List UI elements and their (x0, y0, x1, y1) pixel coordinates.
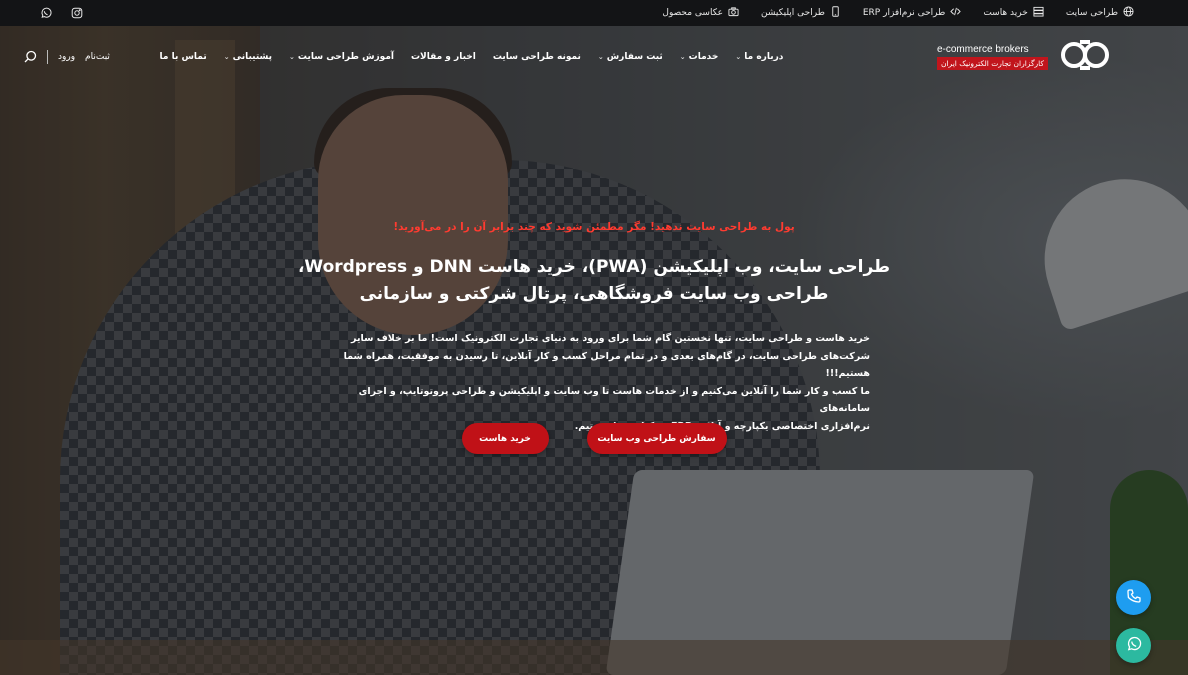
logo-persian-tagline: کارگزاران تجارت الکترونیک ایران (936, 57, 1048, 70)
hero-title: طراحی سایت، وب اپلیکیشن (PWA)، خرید هاست… (0, 254, 1188, 308)
topbar-link-label: طراحی نرم‌افزار ERP (862, 8, 946, 18)
menu-item-label: اخبار و مقالات (410, 52, 476, 62)
main-navbar: e-commerce brokers کارگزاران تجارت الکتر… (0, 26, 1188, 88)
chevron-down-icon: ⌄ (735, 53, 742, 61)
topbar-link-photography[interactable]: عکاسی محصول (662, 6, 739, 20)
topbar-link-app-design[interactable]: طراحی اپلیکیشن (761, 6, 841, 20)
topbar-link-label: عکاسی محصول (662, 8, 724, 18)
top-utility-bar: طراحی سایت خرید هاست طراحی نرم‌افزار ERP… (0, 0, 1188, 26)
topbar-links: طراحی سایت خرید هاست طراحی نرم‌افزار ERP… (662, 6, 1134, 20)
topbar-link-erp[interactable]: طراحی نرم‌افزار ERP (862, 6, 962, 20)
buy-host-button[interactable]: خرید هاست (461, 423, 549, 454)
topbar-link-label: طراحی سایت (1065, 8, 1118, 18)
logo-mark-icon (1058, 37, 1112, 77)
server-icon (1033, 6, 1044, 20)
menu-item-about[interactable]: درباره ما ⌄ (735, 52, 783, 62)
menu-item-tutorials[interactable]: آموزش طراحی سایت ⌄ (289, 52, 394, 62)
hero-description: خرید هاست و طراحی سایت، تنها نخستین گام … (310, 330, 870, 435)
nav-tools: ورود ثبت‌نام (24, 48, 110, 67)
hero-title-line: طراحی سایت، وب اپلیکیشن (PWA)، خرید هاست… (297, 257, 891, 277)
mobile-icon (830, 6, 841, 20)
hero-description-line: ما کسب و کار شما را آنلاین می‌کنیم و از … (358, 385, 870, 415)
globe-icon (1123, 6, 1134, 20)
code-icon (950, 6, 962, 20)
whatsapp-floating-button[interactable] (1116, 628, 1151, 663)
nav-divider (47, 50, 48, 64)
login-link[interactable]: ورود (58, 52, 75, 62)
social-links (40, 7, 83, 19)
menu-item-portfolio[interactable]: نمونه طراحی سایت (493, 52, 581, 62)
site-logo[interactable]: e-commerce brokers کارگزاران تجارت الکتر… (936, 37, 1112, 77)
topbar-link-label: خرید هاست (983, 8, 1028, 18)
menu-item-news[interactable]: اخبار و مقالات (411, 52, 476, 62)
order-website-button[interactable]: سفارش طراحی وب سایت (586, 423, 727, 454)
hero-description-line: خرید هاست و طراحی سایت، تنها نخستین گام … (351, 333, 870, 344)
chevron-down-icon: ⌄ (289, 53, 295, 61)
search-icon[interactable] (24, 48, 37, 67)
hero-description-line: شرکت‌های طراحی سایت، در گام‌های بعدی و د… (343, 350, 870, 380)
chevron-down-icon: ⌄ (223, 53, 230, 61)
menu-item-label: آموزش طراحی سایت (297, 52, 394, 62)
camera-icon (728, 6, 739, 20)
call-floating-button[interactable] (1116, 580, 1151, 615)
menu-item-services[interactable]: خدمات ⌄ (680, 52, 719, 62)
logo-text: e-commerce brokers کارگزاران تجارت الکتر… (936, 44, 1048, 70)
menu-item-label: ثبت سفارش (606, 52, 663, 62)
hero-promo-text: پول به طراحی سایت ندهید! مگر مطمئن شوید … (393, 221, 795, 233)
hero-section: پول به طراحی سایت ندهید! مگر مطمئن شوید … (0, 0, 1188, 675)
topbar-link-label: طراحی اپلیکیشن (761, 8, 825, 18)
menu-item-label: پشتیبانی (232, 52, 273, 62)
hero-cta-row: سفارش طراحی وب سایت خرید هاست (0, 423, 1188, 454)
instagram-icon[interactable] (71, 7, 83, 19)
topbar-link-buy-host[interactable]: خرید هاست (983, 6, 1044, 20)
topbar-link-web-design[interactable]: طراحی سایت (1066, 6, 1134, 20)
menu-item-order[interactable]: ثبت سفارش ⌄ (598, 52, 663, 62)
menu-item-label: تماس با ما (159, 52, 207, 62)
phone-icon (1126, 588, 1142, 608)
main-menu: درباره ما ⌄ خدمات ⌄ ثبت سفارش ⌄ نمونه طر… (160, 52, 784, 62)
register-link[interactable]: ثبت‌نام (85, 52, 110, 62)
chevron-down-icon: ⌄ (597, 53, 604, 61)
menu-item-contact[interactable]: تماس با ما (160, 52, 207, 62)
chevron-down-icon: ⌄ (679, 53, 686, 61)
menu-item-label: خدمات (688, 52, 719, 62)
logo-english-name: e-commerce brokers (936, 44, 1029, 55)
menu-item-label: نمونه طراحی سایت (492, 52, 581, 62)
whatsapp-icon[interactable] (40, 7, 52, 19)
menu-item-support[interactable]: پشتیبانی ⌄ (224, 52, 272, 62)
hero-title-line: طراحی وب سایت فروشگاهی، پرتال شرکتی و سا… (359, 284, 829, 304)
whatsapp-icon (1126, 636, 1142, 656)
menu-item-label: درباره ما (744, 52, 784, 62)
